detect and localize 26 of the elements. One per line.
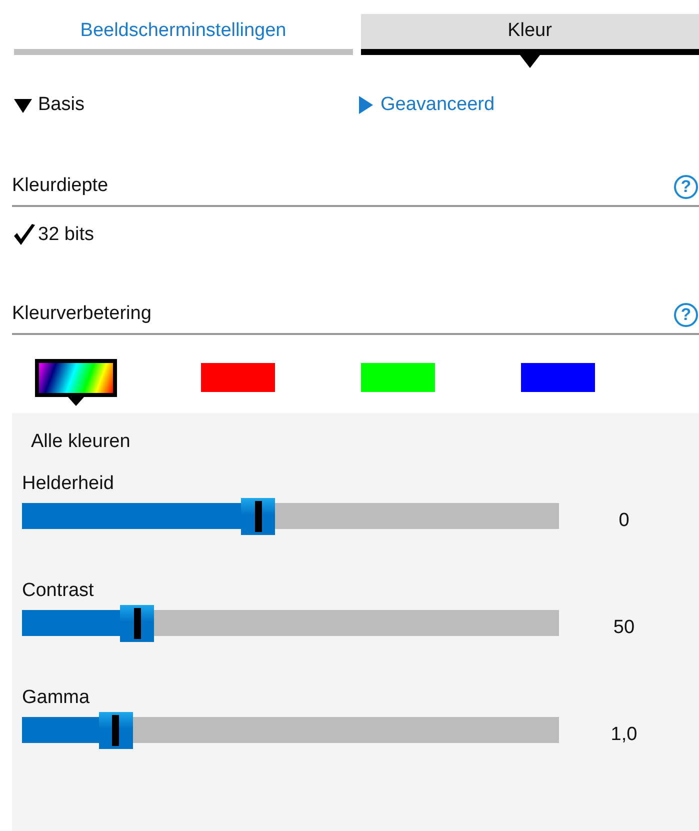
slider-thumb[interactable] — [120, 605, 154, 642]
panel-title: Alle kleuren — [31, 431, 132, 453]
slider-label: Contrast — [22, 580, 95, 602]
section-heading: Kleurverbetering — [12, 303, 152, 326]
tab[interactable]: Beeldscherminstellingen — [14, 14, 352, 55]
tab[interactable]: Kleur — [360, 14, 699, 55]
slider-value: 0 — [618, 508, 630, 532]
mode-toggle[interactable]: Geavanceerd — [356, 94, 699, 116]
color-swatch[interactable] — [361, 363, 435, 392]
slider-label: Gamma — [22, 687, 91, 709]
tab-pointer — [520, 55, 540, 68]
help-button[interactable]: ? — [674, 175, 698, 199]
color-swatch[interactable] — [521, 363, 595, 392]
color-swatch[interactable] — [201, 363, 275, 392]
slider-value: 50 — [612, 616, 636, 638]
right-triangle-icon — [356, 96, 374, 114]
mode-toggle[interactable]: Basis — [14, 94, 356, 116]
down-triangle-icon — [14, 96, 32, 114]
section-heading: Kleurdiepte — [12, 175, 108, 198]
slider-value: 1,0 — [610, 722, 638, 746]
slider-thumb[interactable] — [98, 712, 133, 749]
slider-thumb[interactable] — [241, 498, 276, 535]
slider-label: Helderheid — [22, 473, 115, 495]
option-label: 32 bits — [38, 224, 94, 246]
spectrum-swatch[interactable] — [35, 359, 117, 397]
help-button[interactable]: ? — [674, 303, 698, 327]
